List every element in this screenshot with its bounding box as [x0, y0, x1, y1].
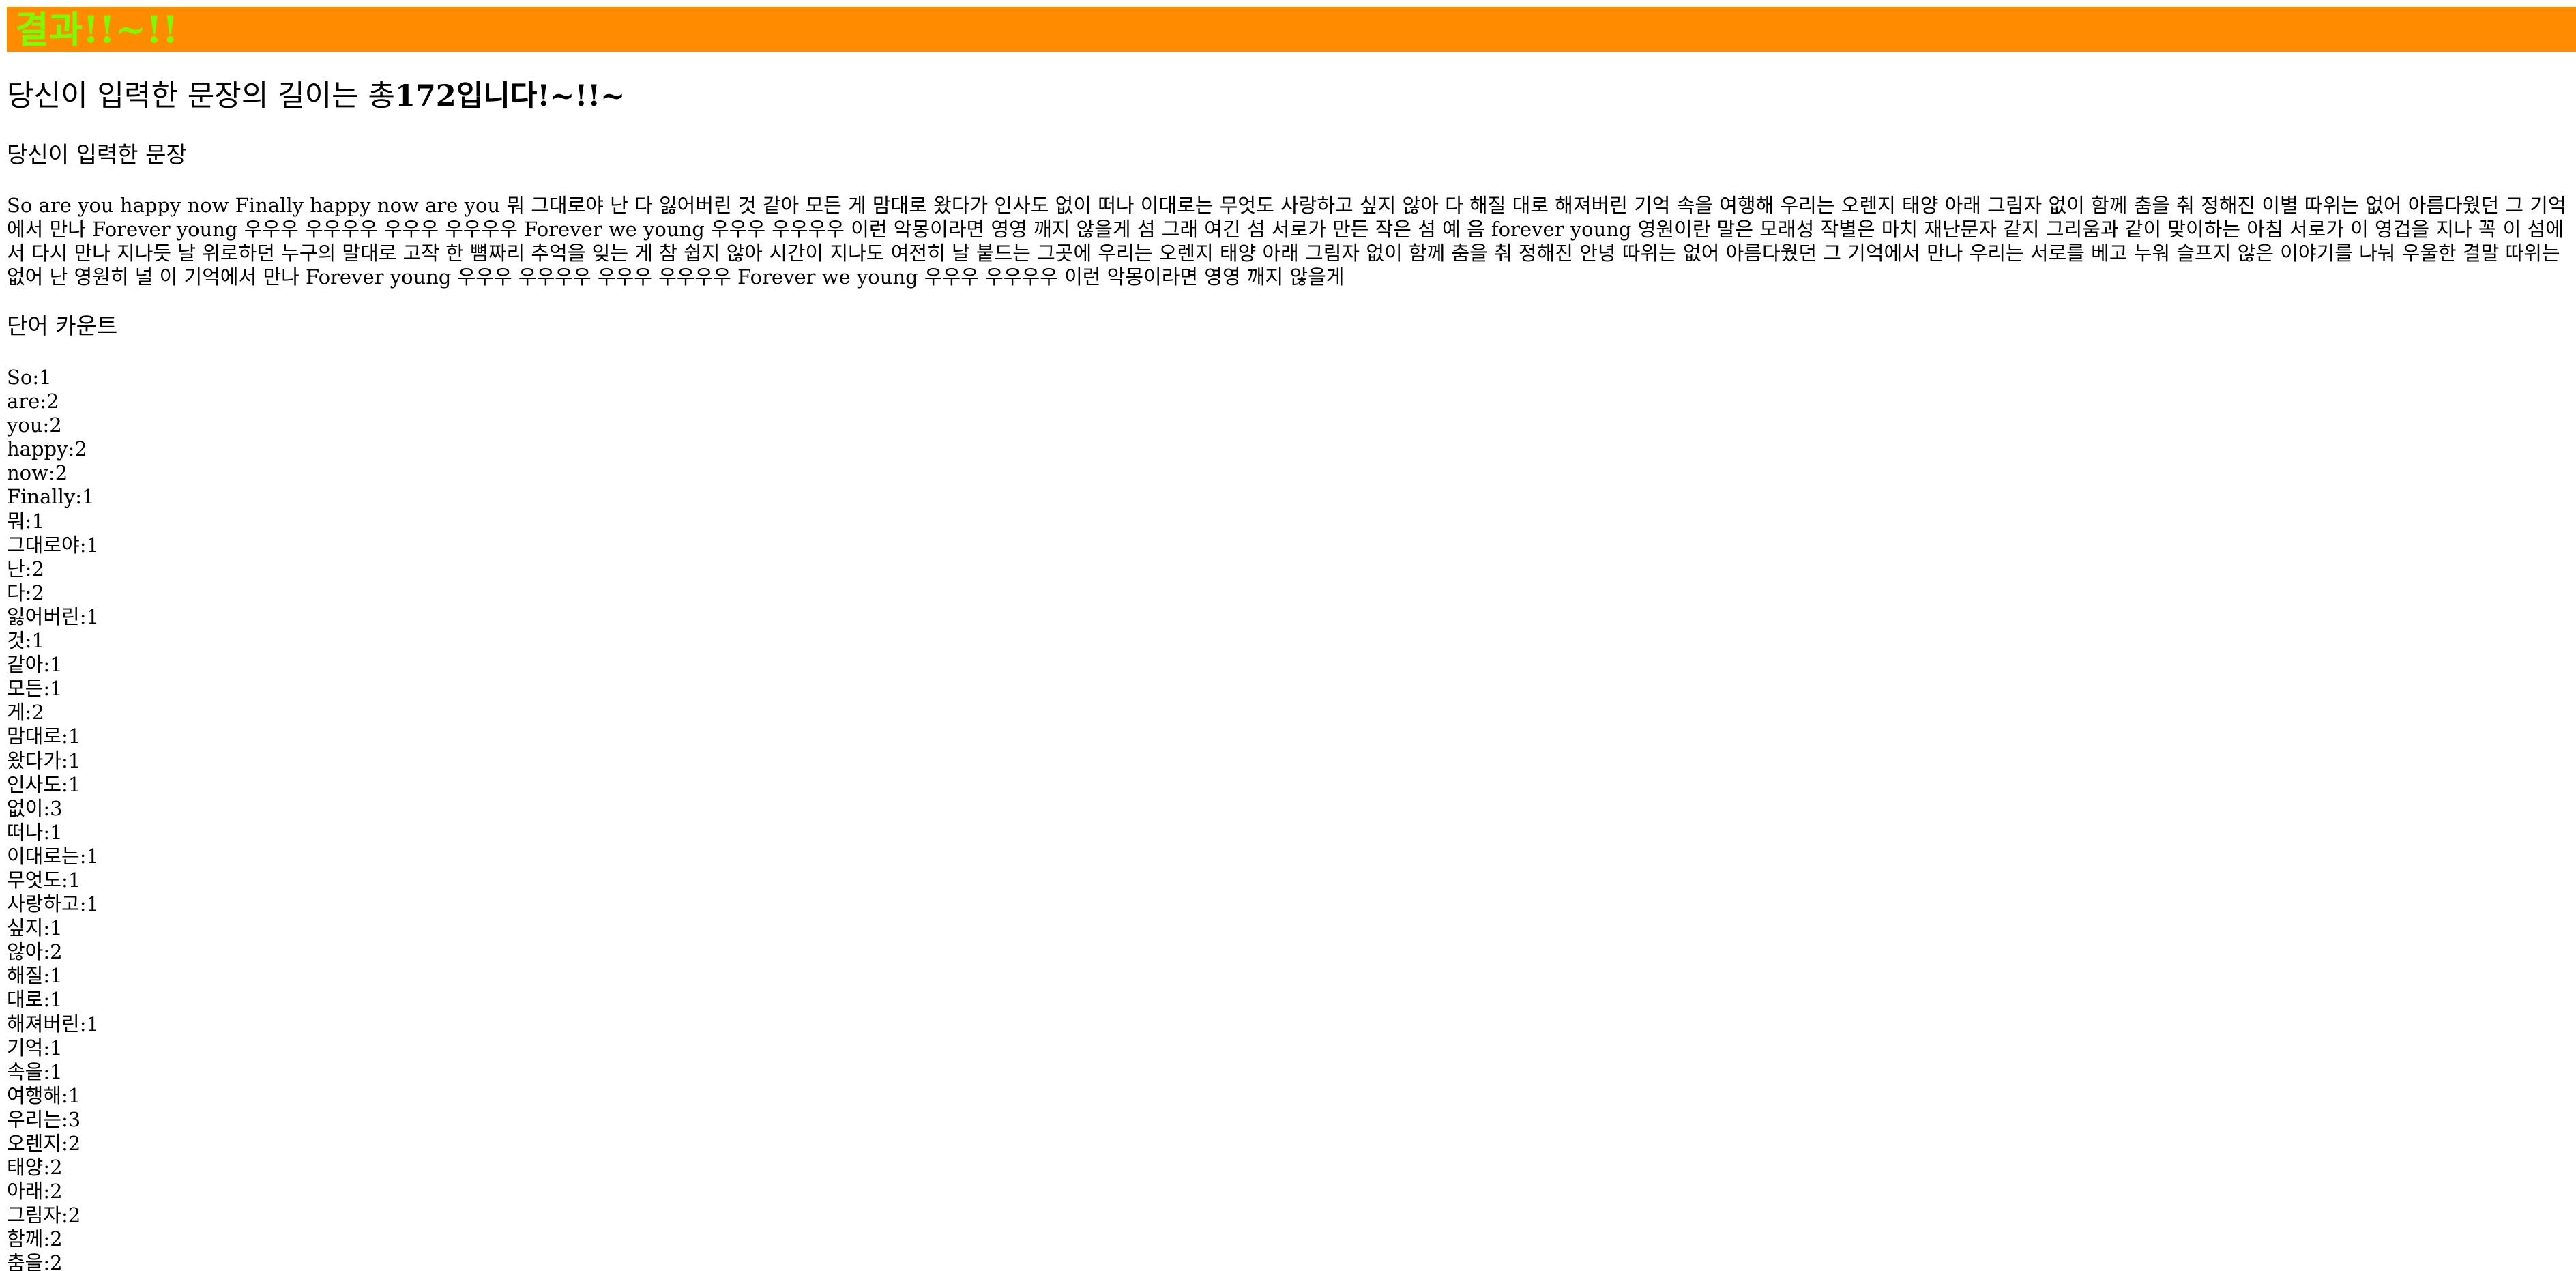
word-count-item: 않아:2: [7, 940, 63, 964]
word-count-item: 같아:1: [7, 653, 63, 677]
word-count-item: are:2: [7, 390, 59, 413]
word-count-item: 다:2: [7, 581, 44, 604]
word-count-item: 왔다가:1: [7, 748, 81, 772]
word-count-item: 태양:2: [7, 1156, 63, 1180]
word-count-item: 함께:2: [7, 1227, 63, 1251]
word-count-item: happy:2: [7, 437, 87, 461]
word-count-item: 떠나:1: [7, 820, 63, 844]
word-count-item: 그대로야:1: [7, 533, 99, 557]
word-count-item: 해질:1: [7, 964, 63, 988]
word-count-item: 우리는:3: [7, 1107, 81, 1131]
word-count-item: 아래:2: [7, 1180, 63, 1203]
word-count-item: 기억:1: [7, 1036, 63, 1060]
length-suffix: 입니다!~!!~: [456, 79, 626, 113]
word-count-item: 그림자:2: [7, 1203, 81, 1227]
word-count-item: 무엇도:1: [7, 868, 81, 892]
word-count-item: 뭐:1: [7, 509, 44, 533]
word-count-item: 사랑하고:1: [7, 892, 99, 916]
word-count-item: 해져버린:1: [7, 1012, 99, 1036]
word-count-item: 인사도:1: [7, 772, 81, 796]
word-count-item: 없이:3: [7, 796, 63, 820]
word-count-item: 것:1: [7, 629, 44, 653]
length-count: 172: [394, 79, 456, 113]
word-count-item: 춤을:2: [7, 1251, 63, 1271]
word-count-item: 게:2: [7, 701, 44, 725]
word-count-item: Finally:1: [7, 485, 95, 509]
word-count-item: 여행해:1: [7, 1083, 81, 1107]
length-prefix: 당신이 입력한 문장의 길이는 총: [7, 79, 395, 113]
word-count-item: 잃어버린:1: [7, 604, 99, 628]
result-banner: 결과!!~!!: [7, 7, 2576, 52]
word-count-item: 싶지:1: [7, 916, 63, 940]
word-count-item: now:2: [7, 461, 68, 485]
sentence-length-heading: 당신이 입력한 문장의 길이는 총172입니다!~!!~: [7, 78, 625, 115]
word-count-item: 이대로는:1: [7, 844, 99, 868]
input-sentence-text: So are you happy now Finally happy now a…: [7, 194, 2566, 289]
word-count-heading: 단어 카운트: [7, 312, 118, 339]
word-count-item: 맘대로:1: [7, 725, 81, 748]
word-count-item: 모든:1: [7, 677, 63, 701]
word-count-list: So:1 are:2 you:2 happy:2 now:2 Finally:1 뭐:1 그대…: [7, 366, 99, 1271]
word-count-item: 속을:1: [7, 1060, 63, 1083]
result-title: 결과!!~!!: [15, 8, 179, 51]
word-count-item: you:2: [7, 413, 62, 437]
word-count-item: 대로:1: [7, 988, 63, 1012]
word-count-item: 난:2: [7, 557, 44, 581]
word-count-item: 오렌지:2: [7, 1132, 81, 1155]
word-count-item: So:1: [7, 366, 52, 389]
input-sentence-heading: 당신이 입력한 문장: [7, 141, 187, 168]
